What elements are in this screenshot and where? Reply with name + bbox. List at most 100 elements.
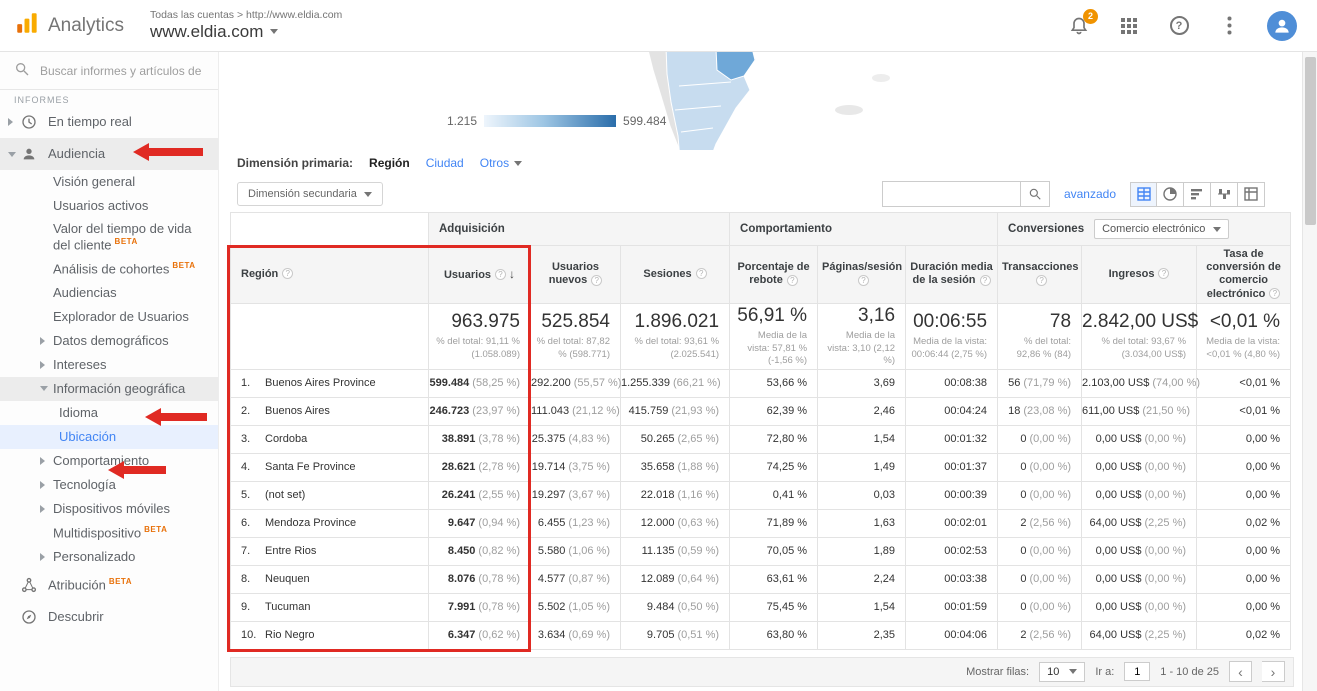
chevron-down-icon[interactable]: [40, 386, 53, 391]
region-cell: 2.Buenos Aires: [231, 397, 429, 425]
conversion-type-select[interactable]: Comercio electrónico: [1094, 219, 1229, 239]
column-header-transacciones[interactable]: Transacciones?: [998, 246, 1082, 304]
percentage-pie-view-icon[interactable]: [1157, 182, 1184, 207]
sidebar-item-ubicacion[interactable]: Ubicación: [0, 425, 218, 449]
sidebar-item-explorador-de-usuarios[interactable]: Explorador de Usuarios: [0, 305, 218, 329]
data-table-view-icon[interactable]: [1130, 182, 1157, 207]
column-header-ingresos[interactable]: Ingresos?: [1082, 246, 1197, 304]
table-search-button[interactable]: [1020, 181, 1050, 207]
sidebar-item-audiencia[interactable]: Audiencia: [0, 138, 218, 170]
column-header-usuarios[interactable]: Usuarios?↓: [429, 246, 531, 304]
sidebar-item-en-tiempo-real[interactable]: En tiempo real: [0, 106, 218, 138]
rows-per-page-select[interactable]: 10: [1039, 662, 1085, 682]
sidebar-item-dispositivos-moviles[interactable]: Dispositivos móviles: [0, 497, 218, 521]
sidebar-item-descubrir[interactable]: Descubrir: [0, 601, 218, 633]
advanced-filter-link[interactable]: avanzado: [1064, 187, 1116, 201]
scrollbar-thumb[interactable]: [1305, 57, 1316, 225]
cell-sesiones: 22.018(1,16 %): [621, 481, 730, 509]
sidebar-item-vision-general[interactable]: Visión general: [0, 170, 218, 194]
analytics-logo[interactable]: Analytics: [14, 10, 142, 41]
sidebar-item-multidispositivo[interactable]: MultidispositivoBETA: [0, 521, 218, 545]
sidebar-item-tecnologia[interactable]: Tecnología: [0, 473, 218, 497]
sidebar-item-comportamiento[interactable]: Comportamiento: [0, 449, 218, 473]
cell-trans: 18(23,08 %): [998, 397, 1082, 425]
sidebar-item-audiencias[interactable]: Audiencias: [0, 281, 218, 305]
chevron-right-icon[interactable]: [40, 457, 53, 465]
sidebar-item-label: Datos demográficos: [53, 330, 169, 352]
column-header-paginas[interactable]: Páginas/sesión?: [818, 246, 906, 304]
person-icon: [21, 146, 48, 162]
goto-page-input[interactable]: [1124, 662, 1150, 681]
region-link[interactable]: Cordoba: [265, 433, 307, 445]
sidebar-item-label: Información geográfica: [53, 378, 185, 400]
user-avatar[interactable]: [1267, 11, 1297, 41]
cell-duracion: 00:04:24: [906, 397, 998, 425]
region-link[interactable]: Buenos Aires Province: [265, 377, 376, 389]
more-options-icon[interactable]: [1217, 14, 1241, 38]
column-header-region[interactable]: Región?: [231, 246, 429, 304]
account-picker[interactable]: www.eldia.com: [150, 22, 342, 42]
notifications-bell-icon[interactable]: 2: [1067, 14, 1091, 38]
topbar-actions: 2 ?: [1067, 11, 1303, 41]
region-link[interactable]: Rio Negro: [265, 629, 315, 641]
chevron-right-icon[interactable]: [40, 481, 53, 489]
sidebar-search-input[interactable]: [40, 64, 204, 78]
sidebar-item-analisis-de-cohortes[interactable]: Análisis de cohortesBETA: [0, 257, 218, 281]
table-search-input[interactable]: [882, 181, 1020, 207]
chevron-down-icon[interactable]: [8, 152, 21, 157]
sidebar-item-valor-del-tiempo-de-vida-del-cliente[interactable]: Valor del tiempo de vida del clienteBETA: [0, 218, 218, 257]
help-icon[interactable]: ?: [1167, 14, 1191, 38]
column-header-sesiones[interactable]: Sesiones?: [621, 246, 730, 304]
table-row: 1.Buenos Aires Province599.484(58,25 %)2…: [231, 369, 1291, 397]
chevron-right-icon[interactable]: [40, 505, 53, 513]
region-link[interactable]: (not set): [265, 489, 305, 501]
chevron-right-icon[interactable]: [8, 118, 21, 126]
breadcrumb[interactable]: Todas las cuentas > http://www.eldia.com: [150, 9, 342, 22]
region-link[interactable]: Buenos Aires: [265, 405, 330, 417]
cell-usuarios: 246.723(23,97 %): [429, 397, 531, 425]
dimension-otros[interactable]: Otros: [480, 156, 522, 170]
help-icon: ?: [980, 275, 991, 286]
geo-map-area: 1.215 599.484: [219, 52, 1317, 150]
chevron-right-icon[interactable]: [40, 337, 53, 345]
apps-grid-icon[interactable]: [1117, 14, 1141, 38]
geo-map[interactable]: [519, 52, 939, 150]
sidebar-item-usuarios-activos[interactable]: Usuarios activos: [0, 194, 218, 218]
performance-bars-view-icon[interactable]: [1184, 182, 1211, 207]
region-link[interactable]: Tucuman: [265, 601, 310, 613]
region-link[interactable]: Entre Rios: [265, 545, 316, 557]
sidebar-search[interactable]: [0, 52, 218, 90]
cell-tasa: 0,00 %: [1197, 537, 1291, 565]
sidebar-item-informacion-geografica[interactable]: Información geográfica: [0, 377, 218, 401]
table-row: 6.Mendoza Province9.647(0,94 %)6.455(1,2…: [231, 509, 1291, 537]
dimension-ciudad[interactable]: Ciudad: [426, 156, 464, 170]
secondary-dimension-button[interactable]: Dimensión secundaria: [237, 182, 383, 206]
column-header-duracion[interactable]: Duración media de la sesión?: [906, 246, 998, 304]
sidebar-item-datos-demograficos[interactable]: Datos demográficos: [0, 329, 218, 353]
column-header-usuarios-nuevos[interactable]: Usuarios nuevos?: [531, 246, 621, 304]
vertical-scrollbar[interactable]: [1302, 52, 1317, 691]
region-link[interactable]: Santa Fe Province: [265, 461, 356, 473]
sidebar-item-intereses[interactable]: Intereses: [0, 353, 218, 377]
chevron-right-icon[interactable]: [40, 553, 53, 561]
search-icon: [14, 61, 30, 80]
dimension-region[interactable]: Región: [369, 156, 410, 170]
next-page-button[interactable]: ›: [1262, 661, 1285, 682]
column-header-rebote[interactable]: Porcentaje de rebote?: [730, 246, 818, 304]
prev-page-button[interactable]: ‹: [1229, 661, 1252, 682]
pivot-view-icon[interactable]: [1238, 182, 1265, 207]
cell-paginas: 1,54: [818, 425, 906, 453]
sidebar-item-idioma[interactable]: Idioma: [0, 401, 218, 425]
region-link[interactable]: Neuquen: [265, 573, 310, 585]
clock-icon: [21, 114, 48, 130]
sidebar-item-label: Dispositivos móviles: [53, 498, 170, 520]
help-icon: ?: [696, 268, 707, 279]
sidebar-item-personalizado[interactable]: Personalizado: [0, 545, 218, 569]
column-header-tasa[interactable]: Tasa de conversión de comercio electróni…: [1197, 246, 1291, 304]
chevron-right-icon[interactable]: [40, 361, 53, 369]
cell-duracion: 00:01:32: [906, 425, 998, 453]
sidebar-item-label: Audiencia: [48, 143, 105, 165]
region-link[interactable]: Mendoza Province: [265, 517, 356, 529]
sidebar-item-atribucion[interactable]: AtribuciónBETA: [0, 569, 218, 601]
comparison-view-icon[interactable]: [1211, 182, 1238, 207]
